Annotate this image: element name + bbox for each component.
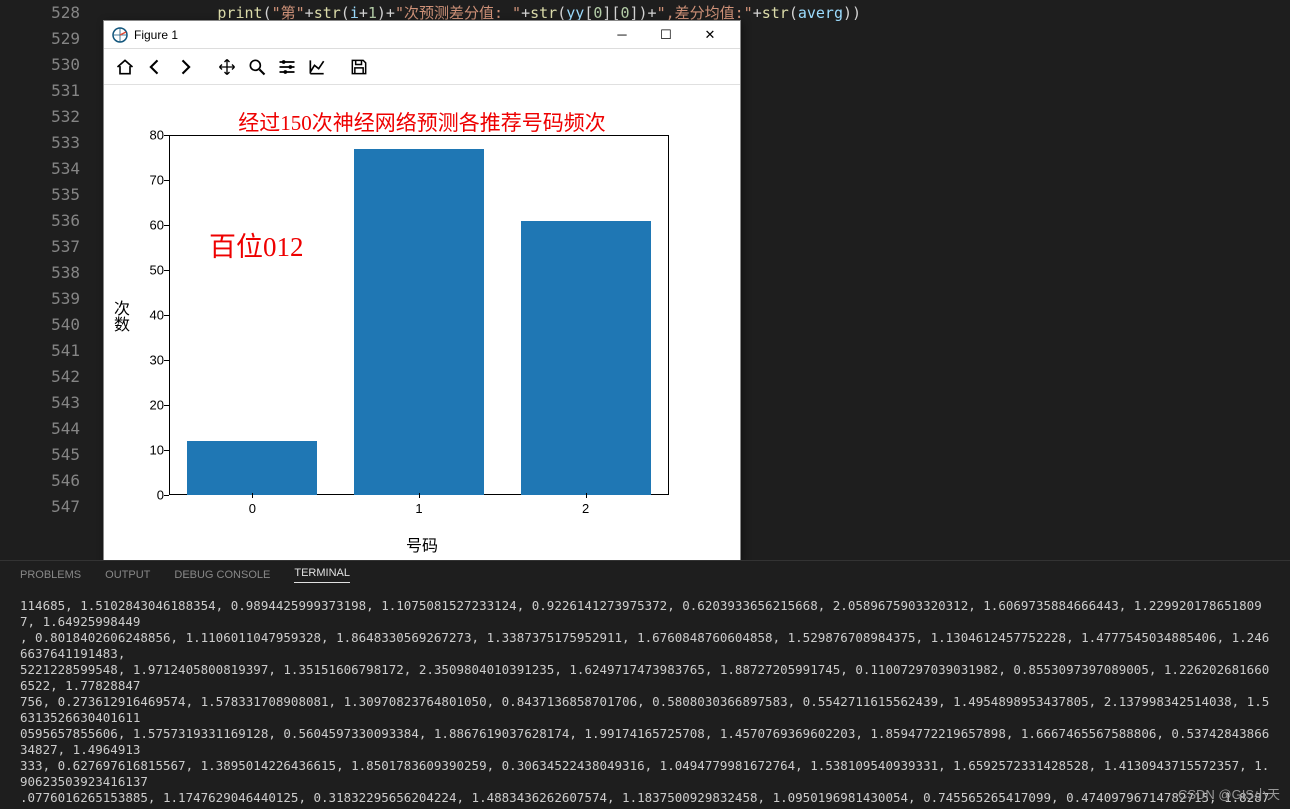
y-tick-label: 0: [134, 488, 164, 503]
configure-icon[interactable]: [274, 54, 300, 80]
line-number: 529: [0, 26, 100, 52]
x-axis-label: 号码: [104, 532, 740, 556]
bar-0: [187, 441, 317, 495]
y-tick-label: 80: [134, 128, 164, 143]
save-icon[interactable]: [346, 54, 372, 80]
terminal-panel[interactable]: 114685, 1.5102843046188354, 0.9894425999…: [0, 590, 1290, 809]
line-number: 532: [0, 104, 100, 130]
panel-tab-problems[interactable]: PROBLEMS: [20, 569, 81, 581]
panel-tab-terminal[interactable]: TERMINAL: [294, 567, 350, 583]
line-number: 537: [0, 234, 100, 260]
figure-titlebar[interactable]: Figure 1 ─ ☐ ✕: [104, 21, 740, 49]
line-number: 539: [0, 286, 100, 312]
y-axis-label: 次数: [107, 300, 131, 332]
matplotlib-figure-window[interactable]: Figure 1 ─ ☐ ✕ 经过150次神经网络预测各推荐号码频次 次数 号码…: [103, 20, 741, 562]
line-number: 545: [0, 442, 100, 468]
y-tick-label: 40: [134, 308, 164, 323]
matplotlib-icon: [112, 27, 128, 43]
plot-canvas[interactable]: 经过150次神经网络预测各推荐号码频次 次数 号码 百位012 01020304…: [104, 85, 740, 561]
line-number: 531: [0, 78, 100, 104]
bar-1: [354, 149, 484, 496]
line-number-gutter: 5285295305315325335345355365375385395405…: [0, 0, 100, 550]
y-tick-label: 60: [134, 218, 164, 233]
terminal-output: 114685, 1.5102843046188354, 0.9894425999…: [20, 598, 1269, 809]
panel-tab-debug-console[interactable]: DEBUG CONSOLE: [174, 569, 270, 581]
line-number: 547: [0, 494, 100, 520]
figure-title: Figure 1: [134, 28, 600, 42]
panel-tabs: PROBLEMS OUTPUT DEBUG CONSOLE TERMINAL: [0, 560, 1290, 588]
pan-icon[interactable]: [214, 54, 240, 80]
y-tick-label: 20: [134, 398, 164, 413]
x-tick-label: 2: [582, 501, 589, 516]
zoom-icon[interactable]: [244, 54, 270, 80]
line-number: 546: [0, 468, 100, 494]
figure-toolbar: [104, 49, 740, 85]
edit-axes-icon[interactable]: [304, 54, 330, 80]
y-tick-label: 50: [134, 263, 164, 278]
line-number: 534: [0, 156, 100, 182]
line-number: 542: [0, 364, 100, 390]
watermark: CSDN @GIS小天: [1178, 784, 1280, 803]
x-tick-label: 0: [249, 501, 256, 516]
line-number: 528: [0, 0, 100, 26]
line-number: 544: [0, 416, 100, 442]
minimize-button[interactable]: ─: [600, 21, 644, 49]
y-tick-label: 70: [134, 173, 164, 188]
bar-2: [521, 221, 651, 496]
close-button[interactable]: ✕: [688, 21, 732, 49]
line-number: 530: [0, 52, 100, 78]
home-icon[interactable]: [112, 54, 138, 80]
line-number: 536: [0, 208, 100, 234]
forward-icon[interactable]: [172, 54, 198, 80]
line-number: 535: [0, 182, 100, 208]
line-number: 533: [0, 130, 100, 156]
maximize-button[interactable]: ☐: [644, 21, 688, 49]
chart-title: 经过150次神经网络预测各推荐号码频次: [104, 107, 740, 137]
panel-tab-output[interactable]: OUTPUT: [105, 569, 150, 581]
line-number: 543: [0, 390, 100, 416]
line-number: 540: [0, 312, 100, 338]
line-number: 541: [0, 338, 100, 364]
y-tick-label: 10: [134, 443, 164, 458]
line-number: 538: [0, 260, 100, 286]
back-icon[interactable]: [142, 54, 168, 80]
x-tick-label: 1: [415, 501, 422, 516]
y-tick-label: 30: [134, 353, 164, 368]
